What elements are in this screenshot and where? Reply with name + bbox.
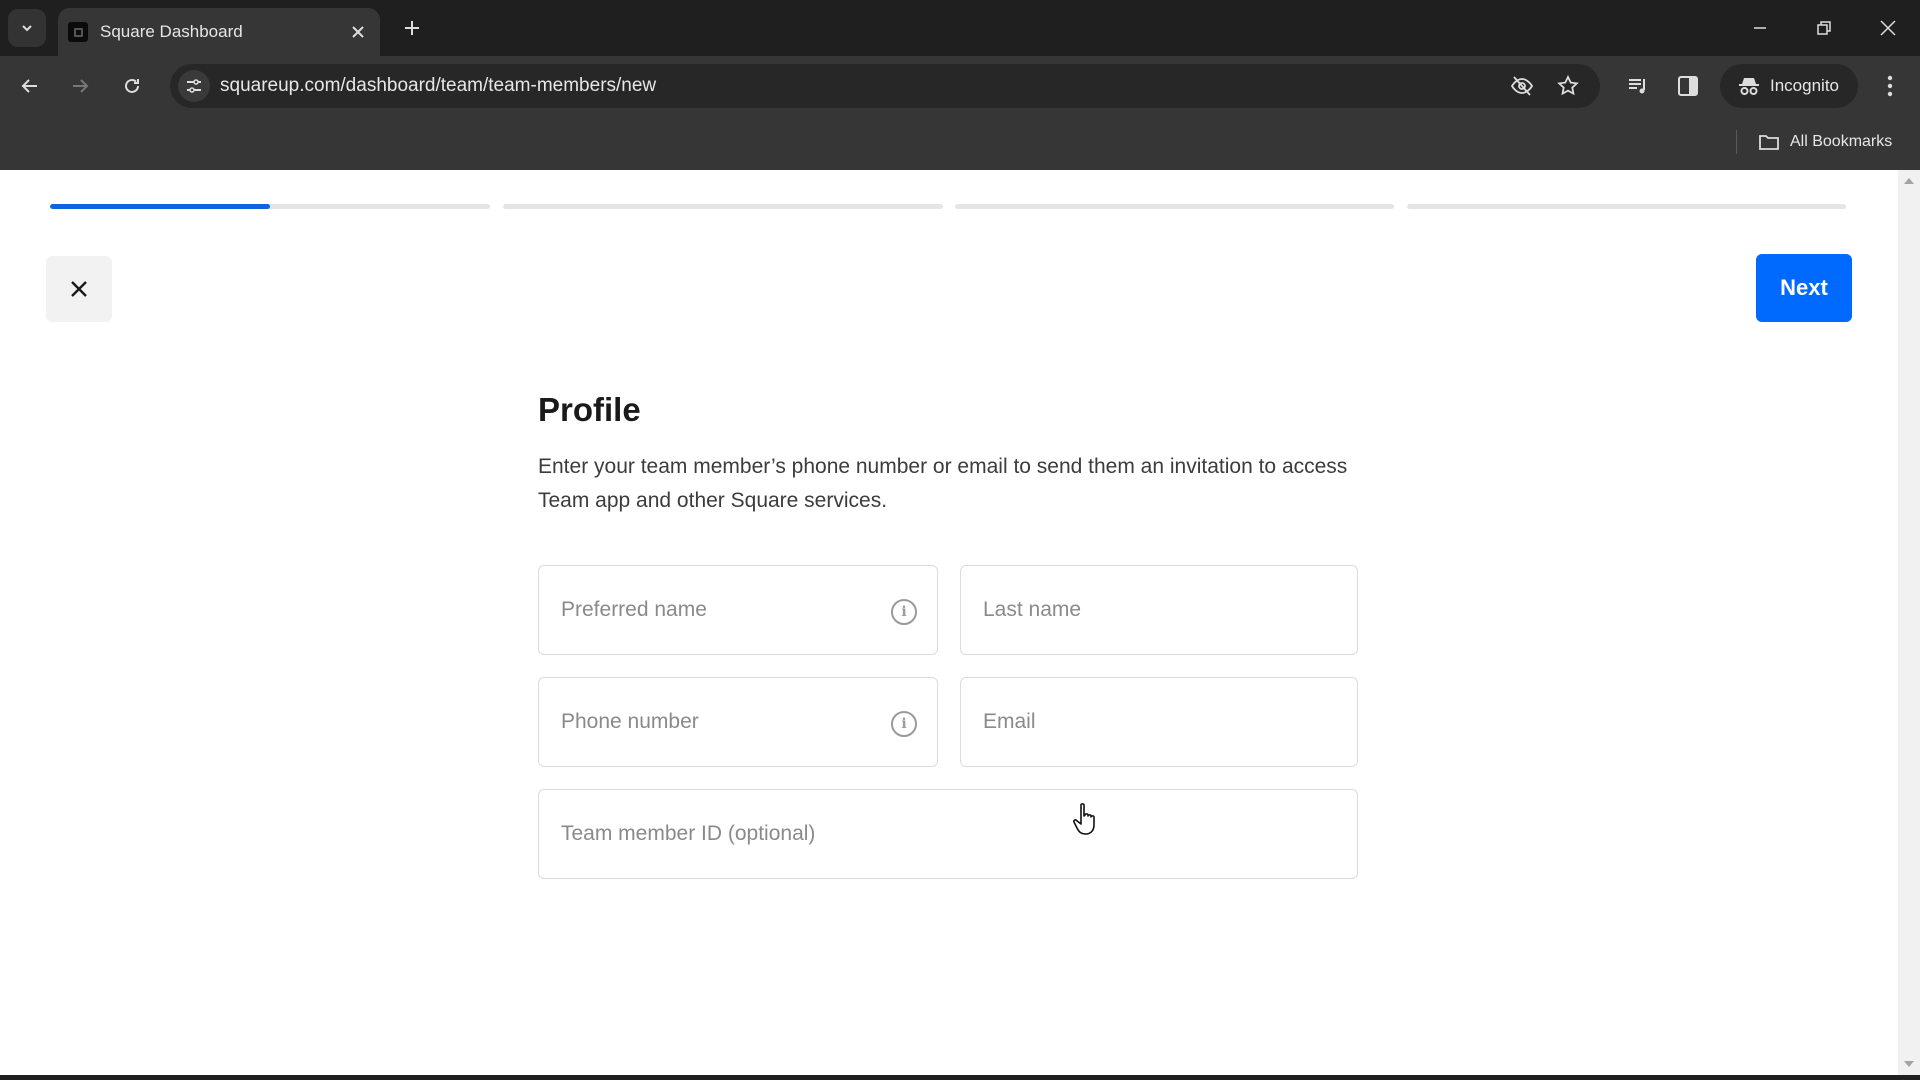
address-bar[interactable]: squareup.com/dashboard/team/team-members…: [170, 64, 1600, 108]
url-text[interactable]: squareup.com/dashboard/team/team-members…: [220, 64, 656, 108]
browser-toolbar: squareup.com/dashboard/team/team-members…: [0, 56, 1920, 114]
all-bookmarks-label: All Bookmarks: [1790, 133, 1893, 150]
more-vertical-icon: [1887, 75, 1893, 97]
bookmark-star-button[interactable]: [1554, 72, 1582, 100]
scroll-up-arrow-icon[interactable]: [1904, 178, 1914, 184]
incognito-label: Incognito: [1770, 76, 1839, 95]
tracking-protection-button[interactable]: [1508, 72, 1536, 100]
bookmarks-divider: [1736, 130, 1737, 154]
hand-pointer-cursor-icon: [1073, 803, 1095, 835]
star-icon: [1557, 74, 1579, 96]
tab-title: Square Dashboard: [100, 22, 243, 41]
info-icon[interactable]: i: [891, 599, 917, 625]
profile-description: Enter your team member’s phone number or…: [538, 455, 1348, 512]
preferred-name-field: i: [538, 565, 938, 655]
tune-icon: [187, 79, 201, 93]
bottom-edge: [0, 1075, 1920, 1080]
email-input[interactable]: [961, 678, 1357, 766]
team-member-id-field: [538, 789, 1358, 879]
eye-off-icon: [1510, 76, 1534, 96]
square-logo-icon: [68, 22, 88, 42]
queue-music-icon: [1629, 79, 1645, 94]
close-icon: [71, 281, 87, 297]
close-wizard-button[interactable]: [46, 256, 112, 322]
phone-number-field: i: [538, 677, 938, 767]
email-field: [960, 677, 1358, 767]
close-icon: [352, 26, 364, 38]
scroll-down-arrow-icon[interactable]: [1904, 1061, 1914, 1067]
last-name-field: [960, 565, 1358, 655]
arrow-left-icon: [21, 79, 37, 93]
plus-icon: [405, 21, 419, 35]
reload-icon: [125, 78, 139, 93]
restore-icon: [1817, 21, 1831, 35]
phone-number-input[interactable]: [539, 678, 937, 766]
preferred-name-input[interactable]: [539, 566, 937, 654]
side-panel-button[interactable]: [1670, 68, 1706, 104]
page-scrollbar[interactable]: [1898, 170, 1920, 1075]
new-tab-button[interactable]: [396, 12, 428, 44]
media-controls-button[interactable]: [1620, 68, 1656, 104]
bookmarks-bar: All Bookmarks: [0, 114, 1920, 170]
close-icon: [1880, 20, 1896, 36]
site-info-button[interactable]: [178, 70, 210, 102]
incognito-indicator[interactable]: Incognito: [1720, 64, 1858, 108]
side-panel-icon: [1678, 76, 1698, 96]
team-member-id-input[interactable]: [539, 790, 1357, 878]
folder-icon: [1758, 133, 1780, 151]
all-bookmarks-button[interactable]: All Bookmarks: [1758, 128, 1892, 156]
forward-button[interactable]: [62, 68, 98, 104]
progress-step-1: [50, 204, 490, 209]
profile-section: Profile Enter your team member’s phone n…: [538, 390, 1358, 518]
incognito-icon: [1738, 75, 1760, 97]
tab-search-button[interactable]: [8, 9, 46, 47]
browser-tab-strip: Square Dashboard: [0, 0, 1920, 56]
page-content: Next Profile Enter your team member’s ph…: [0, 170, 1898, 1075]
last-name-input[interactable]: [961, 566, 1357, 654]
progress-step-4: [1407, 204, 1846, 209]
minimize-button[interactable]: [1736, 8, 1784, 48]
tab-close-button[interactable]: [344, 18, 372, 46]
info-icon[interactable]: i: [891, 711, 917, 737]
minimize-icon: [1754, 27, 1766, 29]
browser-tab-active[interactable]: Square Dashboard: [58, 8, 380, 56]
progress-step-3: [955, 204, 1394, 209]
progress-step-2: [503, 204, 943, 209]
browser-menu-button[interactable]: [1872, 68, 1908, 104]
arrow-right-icon: [73, 79, 89, 93]
page-title: Profile: [538, 391, 641, 428]
chevron-down-icon: [22, 25, 32, 32]
progress-step-fill: [50, 204, 270, 209]
restore-button[interactable]: [1800, 8, 1848, 48]
next-button[interactable]: Next: [1756, 254, 1852, 322]
reload-button[interactable]: [114, 68, 150, 104]
back-button[interactable]: [12, 68, 48, 104]
window-close-button[interactable]: [1864, 8, 1912, 48]
